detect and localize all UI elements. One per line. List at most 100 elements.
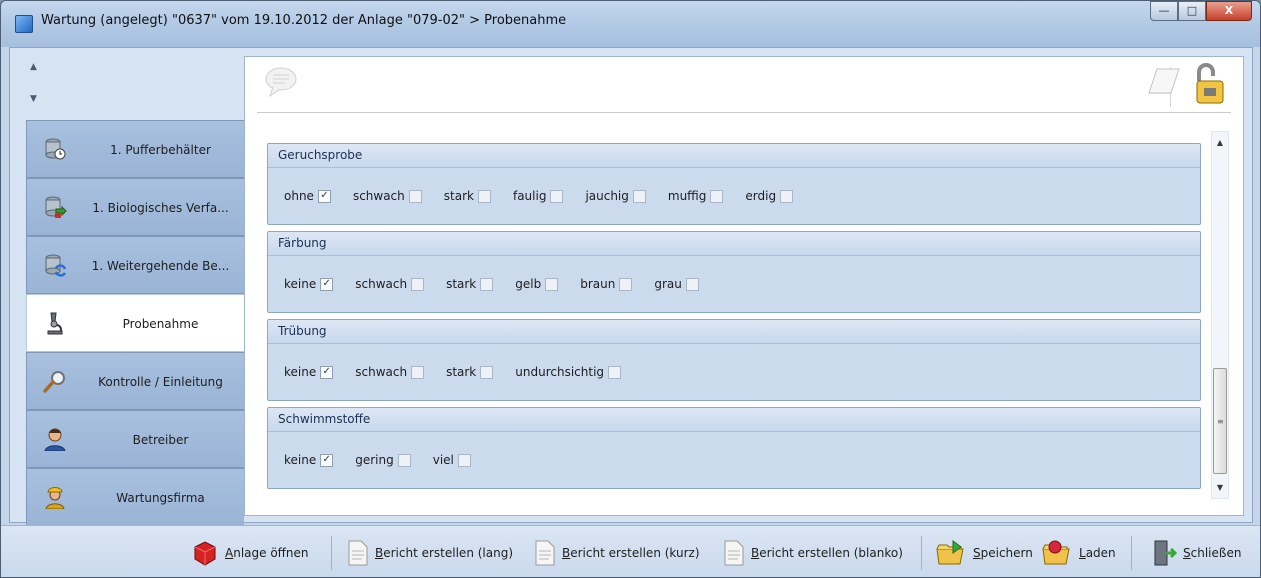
checkbox-option[interactable]: stark <box>444 189 491 203</box>
sidebar-item-betreiber[interactable]: Betreiber <box>26 410 244 468</box>
checkbox-option[interactable]: stark <box>446 277 494 291</box>
sidebar-item-weitergehende-behandlung[interactable]: 1. Weitergehende Be... <box>26 236 244 294</box>
checkbox-option[interactable]: schwach <box>353 189 422 203</box>
checkbox[interactable] <box>545 277 559 291</box>
checkbox-label: ohne <box>284 189 314 203</box>
note-icon[interactable] <box>1143 63 1183 106</box>
checkbox[interactable] <box>457 453 471 467</box>
checkbox[interactable] <box>397 453 411 467</box>
checkbox-label: gering <box>355 453 394 467</box>
checkbox[interactable] <box>685 277 699 291</box>
option-group: Trübung keine ✓ schwach stark undurchsichtig <box>267 319 1201 401</box>
checkbox-option[interactable]: keine ✓ <box>284 277 334 291</box>
checkbox-label: schwach <box>355 365 408 379</box>
toolbar-separator <box>1131 536 1132 570</box>
checkbox-option[interactable]: jauchig <box>585 189 646 203</box>
checkbox-option[interactable]: grau <box>654 277 699 291</box>
bottom-toolbar: Anlage öffnen Bericht erstellen (lang) B… <box>1 525 1260 577</box>
maximize-button[interactable]: □ <box>1178 1 1206 21</box>
scroll-down-icon[interactable]: ▼ <box>1212 483 1228 492</box>
toolbar-separator <box>331 536 332 570</box>
checkbox-label: viel <box>432 453 454 467</box>
option-group: Färbung keine ✓ schwach stark gelb braun grau <box>267 231 1201 313</box>
window-controls: — □ X <box>1150 1 1252 23</box>
vertical-scrollbar[interactable]: ▲ ≡ ▼ <box>1211 131 1229 499</box>
checkbox-option[interactable]: schwach <box>355 277 425 291</box>
minimize-button[interactable]: — <box>1150 1 1178 21</box>
database-refresh-icon <box>43 253 67 277</box>
checkbox-option[interactable]: undurchsichtig <box>515 365 622 379</box>
checkbox-option[interactable]: braun <box>580 277 633 291</box>
anlage-oeffnen-button[interactable]: Anlage öffnen <box>191 538 309 568</box>
option-group: Schwimmstoffe keine ✓ gering viel <box>267 407 1201 489</box>
checkbox-label: keine <box>284 277 317 291</box>
bericht-lang-label: Bericht erstellen (lang) <box>375 546 514 560</box>
main-window: Wartung (angelegt) "0637" vom 19.10.2012… <box>0 0 1261 578</box>
checkbox-checked[interactable]: ✓ <box>320 277 334 291</box>
sidebar-item-label: Betreiber <box>132 433 189 447</box>
checkbox-option[interactable]: gelb <box>515 277 559 291</box>
scrollbar-thumb[interactable]: ≡ <box>1213 368 1227 474</box>
checkbox-checked[interactable]: ✓ <box>320 453 334 467</box>
bericht-lang-button[interactable]: Bericht erstellen (lang) <box>347 538 513 568</box>
checkbox[interactable] <box>411 277 425 291</box>
bericht-blanko-label: Bericht erstellen (blanko) <box>751 546 903 560</box>
option-group: Geruchsprobe ohne ✓ schwach stark faulig jauch… <box>267 143 1201 225</box>
folder-open-icon <box>1041 539 1073 567</box>
bericht-kurz-label: Bericht erstellen (kurz) <box>562 546 700 560</box>
checkbox[interactable] <box>480 277 494 291</box>
content-panel: Geruchsprobe ohne ✓ schwach stark faulig jauch… <box>244 56 1244 516</box>
bericht-blanko-button[interactable]: Bericht erstellen (blanko) <box>723 538 903 568</box>
checkbox[interactable] <box>780 189 794 203</box>
checkbox[interactable] <box>550 189 564 203</box>
laden-label: Laden <box>1079 546 1116 560</box>
checkbox-option[interactable]: viel <box>433 453 471 467</box>
checkbox[interactable] <box>710 189 724 203</box>
checkbox-option[interactable]: keine ✓ <box>284 453 334 467</box>
checkbox[interactable] <box>619 277 633 291</box>
sidebar-scroll-down-icon[interactable]: ▼ <box>30 94 37 104</box>
checkbox-option[interactable]: faulig <box>513 189 564 203</box>
scroll-up-icon[interactable]: ▲ <box>1212 138 1228 147</box>
person-icon <box>43 427 67 451</box>
laden-button[interactable]: Laden <box>1041 538 1116 568</box>
sidebar-item-label: Probenahme <box>122 317 199 331</box>
schliessen-button[interactable]: Schließen <box>1151 538 1241 568</box>
checkbox[interactable] <box>608 365 622 379</box>
checkbox[interactable] <box>411 365 425 379</box>
checkbox[interactable] <box>632 189 646 203</box>
checkbox-checked[interactable]: ✓ <box>317 189 331 203</box>
sidebar-scroll-up-icon[interactable]: ▲ <box>30 62 37 72</box>
checkbox[interactable] <box>477 189 491 203</box>
close-button[interactable]: X <box>1206 1 1252 21</box>
document-icon <box>534 539 556 567</box>
sidebar-item-pufferbehaelter[interactable]: 1. Pufferbehälter <box>26 120 244 178</box>
client-area: ▲ ▼ 1. Pufferbehälter 1. Biologisches Ve… <box>9 47 1253 526</box>
comment-bubble-icon[interactable] <box>263 65 299 102</box>
checkbox-option[interactable]: gering <box>355 453 411 467</box>
checkbox-label: keine <box>284 453 317 467</box>
checkbox-option[interactable]: erdig <box>745 189 794 203</box>
group-options: keine ✓ schwach stark gelb braun grau <box>268 256 1200 312</box>
window-title: Wartung (angelegt) "0637" vom 19.10.2012… <box>41 13 567 28</box>
unlocked-padlock-icon[interactable] <box>1189 61 1229 110</box>
group-title: Trübung <box>268 320 1200 344</box>
app-icon <box>15 15 33 33</box>
checkbox-label: jauchig <box>585 189 629 203</box>
checkbox-option[interactable]: schwach <box>355 365 425 379</box>
anlage-oeffnen-label: Anlage öffnen <box>225 546 309 560</box>
checkbox-option[interactable]: stark <box>446 365 494 379</box>
sidebar-item-probenahme[interactable]: Probenahme <box>26 294 244 352</box>
checkbox-option[interactable]: muffig <box>668 189 724 203</box>
checkbox-option[interactable]: ohne ✓ <box>284 189 331 203</box>
checkbox-option[interactable]: keine ✓ <box>284 365 334 379</box>
checkbox[interactable] <box>408 189 422 203</box>
sidebar-item-biologisches-verfahren[interactable]: 1. Biologisches Verfa... <box>26 178 244 236</box>
checkbox[interactable] <box>480 365 494 379</box>
checkbox-checked[interactable]: ✓ <box>320 365 334 379</box>
sidebar-item-kontrolle-einleitung[interactable]: Kontrolle / Einleitung <box>26 352 244 410</box>
bericht-kurz-button[interactable]: Bericht erstellen (kurz) <box>534 538 700 568</box>
sidebar-item-wartungsfirma[interactable]: Wartungsfirma <box>26 468 244 526</box>
checkbox-label: gelb <box>515 277 542 291</box>
speichern-button[interactable]: Speichern <box>935 538 1033 568</box>
